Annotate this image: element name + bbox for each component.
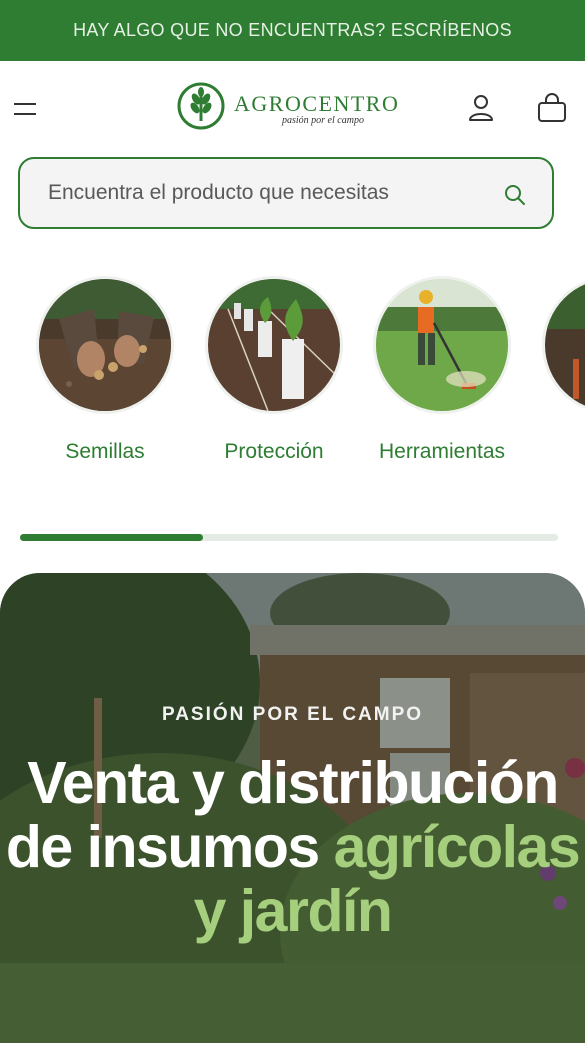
wheat-logo-icon	[177, 82, 225, 130]
shopping-bag-icon[interactable]	[535, 91, 569, 125]
hamburger-menu-icon[interactable]	[10, 94, 40, 124]
category-image-herramientas	[373, 276, 511, 414]
category-image-proteccion	[205, 276, 343, 414]
search-bar[interactable]	[18, 157, 554, 229]
brand-logo[interactable]: AGROCENTRO pasión por el campo	[176, 81, 416, 133]
hero-banner: PASIÓN POR EL CAMPO Venta y distribución…	[0, 573, 585, 1043]
category-label: Protección	[224, 440, 324, 463]
category-label: Herramientas	[378, 440, 506, 463]
category-jardin[interactable]: J	[541, 276, 585, 464]
category-proteccion[interactable]: Protección	[204, 276, 344, 464]
hero-kicker: PASIÓN POR EL CAMPO	[161, 704, 424, 725]
carousel-scrollbar[interactable]	[20, 534, 558, 541]
brand-name: AGROCENTRO	[234, 91, 400, 116]
category-label: J	[541, 440, 585, 464]
hero-title: Venta y distribución de insumos agrícola…	[0, 751, 585, 943]
search-input[interactable]	[46, 180, 490, 206]
brand-tagline: pasión por el campo	[282, 115, 364, 126]
announcement-bar[interactable]: HAY ALGO QUE NO ENCUENTRAS? ESCRÍBENOS	[0, 0, 585, 61]
category-image-jardin	[542, 276, 585, 414]
site-header: AGROCENTRO pasión por el campo	[0, 61, 585, 157]
category-image-semillas	[36, 276, 174, 414]
hero-title-accent-2: y jardín	[193, 878, 393, 944]
search-icon[interactable]	[504, 184, 526, 206]
announcement-text[interactable]: HAY ALGO QUE NO ENCUENTRAS? ESCRÍBENOS	[73, 20, 512, 41]
user-icon[interactable]	[464, 91, 498, 125]
category-semillas[interactable]: Semillas	[35, 276, 175, 464]
category-herramientas[interactable]: Herramientas	[372, 276, 512, 464]
carousel-scrollbar-thumb[interactable]	[20, 534, 203, 541]
hero-title-accent: agrícolas	[333, 814, 581, 880]
category-carousel[interactable]: Semillas Protección Herramientas	[0, 276, 585, 476]
category-label: Semillas	[65, 440, 145, 463]
